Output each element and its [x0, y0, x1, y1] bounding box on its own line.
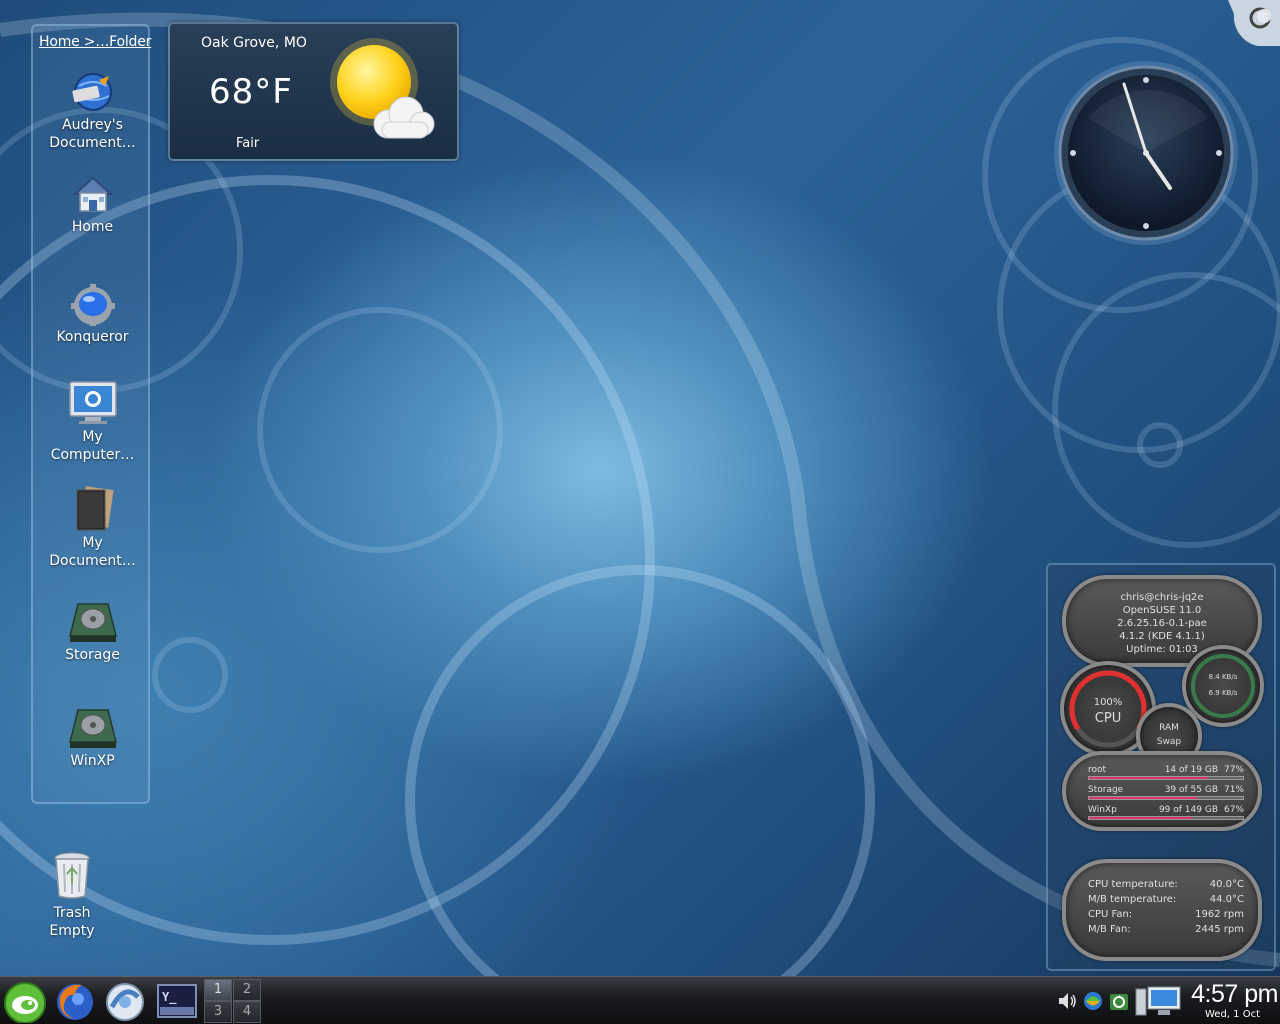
- pager-desktop-3[interactable]: 3: [204, 1001, 232, 1023]
- desktop-item-label: Home: [71, 219, 114, 235]
- folder-view-panel: Home >…Folder Audrey's Document… Home Ko…: [31, 24, 152, 804]
- kickoff-menu-button[interactable]: [2, 979, 48, 1023]
- analog-clock-widget[interactable]: [1048, 58, 1244, 248]
- svg-text:Y_: Y_: [162, 990, 177, 1005]
- update-applet-icon[interactable]: [1108, 990, 1130, 1012]
- folder-view-path-link[interactable]: Home >…Folder: [39, 34, 151, 50]
- disk-bar: [1088, 776, 1244, 780]
- desktop-item-label: My: [82, 535, 103, 551]
- sensor-value: 2445 rpm: [1195, 924, 1244, 935]
- drive-icon: [68, 603, 117, 642]
- trash-label: Trash: [53, 905, 91, 921]
- disk-row: root 14 of 19 GB 77%: [1088, 765, 1244, 783]
- swap-label: Swap: [1156, 737, 1182, 747]
- disk-usage: 14 of 19 GB: [1164, 765, 1218, 775]
- sensor-value: 40.0°C: [1209, 879, 1244, 890]
- disk-bar: [1088, 816, 1244, 820]
- info-kernel: 2.6.25.16-0.1-pae: [1117, 618, 1207, 629]
- disk-percent: 67%: [1223, 805, 1244, 815]
- net-download: 8.4 KB/s: [1208, 673, 1238, 681]
- pager-desktop-2[interactable]: 2: [233, 979, 261, 1001]
- ram-label: RAM: [1159, 723, 1179, 733]
- net-upload: 6.9 KB/s: [1208, 689, 1238, 697]
- sensor-row: M/B Fan: 2445 rpm: [1088, 924, 1244, 938]
- disk-row: Storage 39 of 55 GB 71%: [1088, 785, 1244, 803]
- desktop-item-winxp[interactable]: WinXP: [33, 706, 152, 770]
- desktop-item-my-documents[interactable]: My Document…: [33, 486, 152, 570]
- sun-cloud-icon: [330, 38, 435, 139]
- disk-bar: [1088, 796, 1244, 800]
- desktop-toolbox-icon[interactable]: [1228, 0, 1280, 46]
- sensor-row: CPU Fan: 1962 rpm: [1088, 909, 1244, 923]
- weather-condition: Fair: [236, 136, 260, 151]
- disk-name: WinXp: [1088, 805, 1117, 815]
- sensors-panel: CPU temperature: 40.0°C M/B temperature:…: [1062, 859, 1262, 961]
- sensor-label: CPU temperature:: [1088, 879, 1178, 890]
- firefox-launcher-icon[interactable]: [52, 979, 98, 1023]
- konqueror-icon: [70, 284, 115, 326]
- desktop-item-label: Storage: [65, 647, 120, 663]
- sensor-value: 44.0°C: [1209, 894, 1244, 905]
- desktop-item-konqueror[interactable]: Konqueror: [33, 282, 152, 346]
- sensor-label: CPU Fan:: [1088, 909, 1133, 920]
- drive-icon: [68, 709, 117, 748]
- system-monitor-widget: chris@chris-jq2e OpenSUSE 11.0 2.6.25.16…: [1046, 563, 1276, 971]
- pager-desktop-1[interactable]: 1: [204, 979, 232, 1001]
- disk-name: Storage: [1088, 785, 1124, 795]
- disk-usage: 99 of 149 GB: [1158, 805, 1218, 815]
- sensor-row: M/B temperature: 44.0°C: [1088, 894, 1244, 908]
- weather-widget[interactable]: Oak Grove, MO 68°F Fair: [168, 22, 459, 161]
- show-desktop-icon[interactable]: [1134, 985, 1182, 1019]
- taskbar: Y_ 1 2 3 4: [0, 976, 1280, 1024]
- sensor-value: 1962 rpm: [1195, 909, 1244, 920]
- globe-document-icon: [71, 73, 112, 111]
- disk-percent: 71%: [1223, 785, 1244, 795]
- desktop-item-home[interactable]: Home: [33, 172, 152, 236]
- info-os: OpenSUSE 11.0: [1122, 605, 1202, 616]
- computer-icon: [68, 381, 117, 424]
- home-icon: [71, 176, 114, 212]
- desktop-item-label: My: [82, 429, 103, 445]
- desktop-item-label: Computer…: [50, 447, 135, 463]
- desktop-item-label: Document…: [49, 135, 136, 151]
- desktop-item-storage[interactable]: Storage: [33, 600, 152, 664]
- sensor-row: CPU temperature: 40.0°C: [1088, 879, 1244, 893]
- terminal-launcher-icon[interactable]: Y_: [154, 979, 200, 1023]
- disk-name: root: [1088, 765, 1107, 775]
- konqueror-launcher-icon[interactable]: [102, 979, 148, 1023]
- desktop-item-label: Konqueror: [56, 329, 129, 345]
- documents-icon: [76, 486, 114, 531]
- info-kde-version: 4.1.2 (KDE 4.1.1): [1119, 631, 1205, 642]
- taskbar-clock-date[interactable]: Wed, 1 Oct: [1186, 1009, 1260, 1020]
- desktop-pager[interactable]: 1 2 3 4: [203, 978, 261, 1024]
- disk-usage-panel: root 14 of 19 GB 77% Storage 39 of 55 GB…: [1062, 751, 1262, 831]
- desktop-item-trash[interactable]: Trash Empty: [22, 850, 122, 940]
- disk-usage: 39 of 55 GB: [1164, 785, 1218, 795]
- desktop-item-audreys-documents[interactable]: Audrey's Document…: [33, 70, 152, 152]
- desktop-item-my-computer[interactable]: My Computer…: [33, 380, 152, 464]
- trash-icon: [54, 852, 90, 899]
- desktop-item-label: WinXP: [70, 753, 115, 769]
- disk-row: WinXp 99 of 149 GB 67%: [1088, 805, 1244, 823]
- sensor-label: M/B Fan:: [1088, 924, 1131, 935]
- desktop-item-label: Document…: [49, 553, 136, 569]
- sensor-label: M/B temperature:: [1088, 894, 1177, 905]
- folder-view-title[interactable]: Home >…Folder: [39, 34, 151, 50]
- disk-percent: 77%: [1223, 765, 1244, 775]
- cpu-percent: 100%: [1093, 697, 1123, 708]
- weather-temperature: 68°F: [209, 72, 293, 112]
- taskbar-clock-time[interactable]: 4:57 pm: [1186, 980, 1278, 1009]
- network-status-icon[interactable]: [1082, 990, 1104, 1012]
- trash-status: Empty: [49, 923, 95, 939]
- info-user: chris@chris-jq2e: [1120, 592, 1204, 603]
- weather-location: Oak Grove, MO: [201, 35, 307, 51]
- pager-desktop-4[interactable]: 4: [233, 1001, 261, 1023]
- desktop-item-label: Audrey's: [62, 117, 123, 133]
- volume-icon[interactable]: [1056, 990, 1078, 1012]
